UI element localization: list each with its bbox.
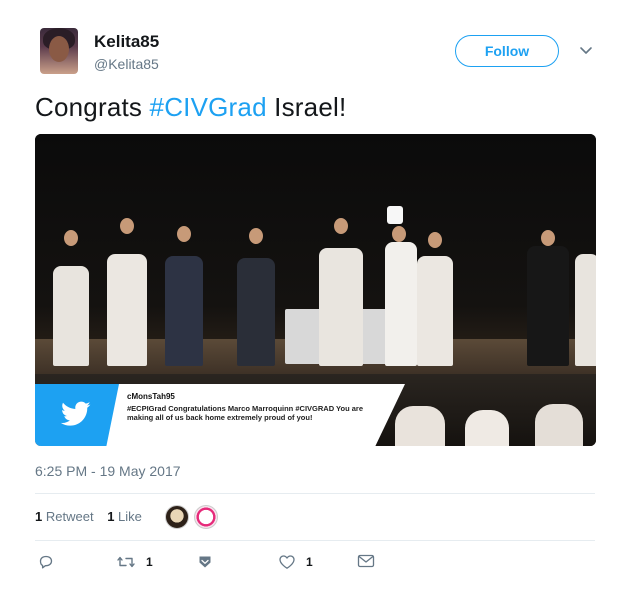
save-button[interactable]	[197, 554, 213, 570]
overlay-message: #ECPIGrad Congratulations Marco Marroqui…	[127, 404, 364, 422]
tweet-text-before: Congrats	[35, 92, 150, 122]
twitter-bird-icon	[61, 401, 91, 426]
person-head	[177, 226, 191, 242]
hashtag-link[interactable]: #CIVGrad	[150, 92, 267, 122]
tweet-media[interactable]: cMonsTah95 #ECPIGrad Congratulations Mar…	[35, 134, 596, 446]
like-stat[interactable]: 1 Like	[107, 509, 142, 524]
retweet-stat-label: Retweet	[45, 509, 94, 524]
retweet-stat-count: 1	[35, 509, 43, 524]
like-stat-label: Like	[118, 509, 142, 524]
person-figure	[53, 266, 89, 366]
like-count: 1	[306, 555, 313, 569]
person-figure	[165, 256, 203, 366]
follow-button[interactable]: Follow	[455, 35, 559, 67]
avatar-face	[49, 36, 69, 62]
reply-button[interactable]	[38, 554, 54, 570]
tweet-text: Congrats #CIVGrad Israel!	[35, 92, 346, 123]
tweet-text-after: Israel!	[266, 92, 347, 122]
person-figure	[385, 242, 417, 366]
retweet-count: 1	[146, 555, 153, 569]
person-head	[120, 218, 134, 234]
audience-member	[395, 406, 445, 446]
person-head	[392, 226, 406, 242]
author-avatar[interactable]	[40, 28, 78, 74]
envelope-icon	[357, 554, 375, 568]
reply-icon	[39, 555, 53, 569]
audience-member	[535, 404, 583, 446]
divider	[35, 540, 595, 541]
like-button[interactable]: 1	[278, 554, 313, 570]
person-head	[428, 232, 442, 248]
heart-icon	[279, 555, 295, 569]
tweet-timestamp[interactable]: 6:25 PM - 19 May 2017	[35, 463, 181, 479]
direct-message-button[interactable]	[357, 554, 375, 568]
person-figure	[237, 258, 275, 366]
audience-member	[465, 410, 509, 446]
person-figure	[319, 248, 363, 366]
tweet-stats: 1 Retweet 1 Like	[35, 509, 152, 524]
twitter-bird-panel	[35, 384, 119, 446]
chevron-down-icon[interactable]	[578, 44, 594, 58]
retweet-button[interactable]: 1	[116, 554, 153, 570]
person-figure	[527, 246, 569, 366]
person-head	[64, 230, 78, 246]
person-head	[249, 228, 263, 244]
like-stat-count: 1	[107, 509, 115, 524]
person-figure	[575, 254, 596, 366]
overlay-username: cMonsTah95	[127, 392, 175, 401]
tweet-overlay-banner: cMonsTah95 #ECPIGrad Congratulations Mar…	[35, 384, 405, 446]
chef-hat	[387, 206, 403, 224]
person-figure	[107, 254, 147, 366]
retweet-icon	[117, 556, 135, 568]
liker-avatar[interactable]	[194, 505, 218, 529]
author-handle[interactable]: @Kelita85	[94, 56, 159, 72]
person-head	[541, 230, 555, 246]
divider	[35, 493, 595, 494]
retweet-stat[interactable]: 1 Retweet	[35, 509, 94, 524]
liker-avatar[interactable]	[165, 505, 189, 529]
person-head	[334, 218, 348, 234]
author-display-name[interactable]: Kelita85	[94, 32, 159, 52]
bookmark-icon	[199, 556, 211, 568]
person-figure	[417, 256, 453, 366]
